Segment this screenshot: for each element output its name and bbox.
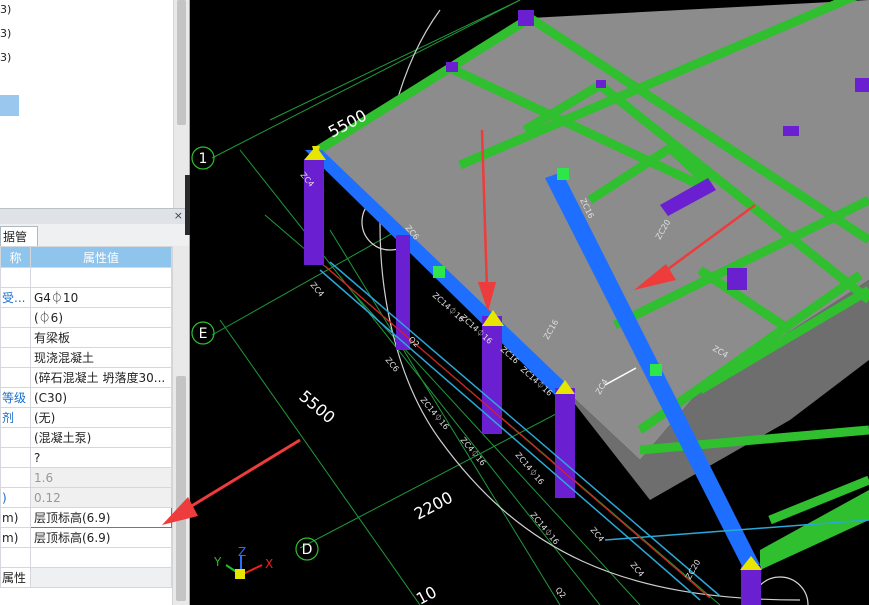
property-table: 称 属性值 受... G4⏀10 (⏀6) 有梁板 现浇混凝土 (碎石混凝土 坍落… (0, 246, 172, 588)
tab-data-management[interactable]: 据管理 (0, 226, 38, 264)
table-row[interactable]: (碎石混凝土 坍落度30... (0, 367, 172, 388)
svg-text:Y: Y (213, 555, 222, 569)
prop-name (0, 327, 31, 348)
column-header-value: 属性值 (30, 246, 172, 268)
tree-item-selected[interactable] (0, 95, 19, 116)
prop-name: m) (0, 507, 31, 528)
prop-value[interactable]: (碎石混凝土 坍落度30... (30, 367, 172, 388)
prop-value[interactable] (30, 267, 172, 288)
prop-value[interactable]: 现浇混凝土 (30, 347, 172, 368)
tab-strip: 据管理 (0, 224, 189, 264)
table-row[interactable]: 受... G4⏀10 (0, 287, 172, 308)
table-row[interactable]: (混凝土泵) (0, 427, 172, 448)
table-row[interactable]: 等级 (C30) (0, 387, 172, 408)
table-row[interactable]: 有梁板 (0, 327, 172, 348)
table-row[interactable]: ) 0.12 (0, 487, 172, 508)
tree-item[interactable]: 3) (0, 51, 11, 64)
table-row[interactable]: (⏀6) (0, 307, 172, 328)
column-header-name: 称 (0, 246, 31, 268)
prop-name (0, 467, 31, 488)
red-arrow-to-elevation (162, 438, 301, 525)
table-row[interactable]: 属性 (0, 567, 172, 588)
table-row[interactable]: 现浇混凝土 (0, 347, 172, 368)
table-row[interactable]: 1.6 (0, 467, 172, 488)
prop-name: 受... (0, 287, 31, 308)
table-row[interactable] (0, 267, 172, 288)
svg-text:Z: Z (238, 545, 246, 559)
prop-value[interactable]: 有梁板 (30, 327, 172, 348)
prop-name: 属性 (0, 567, 31, 588)
prop-name: 剂 (0, 407, 31, 428)
table-row[interactable]: 剂 (无) (0, 407, 172, 428)
property-scrollbar[interactable] (172, 246, 189, 605)
tree-item[interactable]: 3) (0, 3, 11, 16)
prop-name: m) (0, 527, 31, 548)
prop-value[interactable]: (无) (30, 407, 172, 428)
svg-text:X: X (265, 557, 273, 571)
prop-name (0, 267, 31, 288)
table-row[interactable] (0, 547, 172, 568)
prop-name (0, 367, 31, 388)
axis-label-e: E (199, 326, 208, 342)
table-row[interactable]: m) 层顶标高(6.9) (0, 527, 172, 548)
prop-value[interactable]: G4⏀10 (30, 287, 172, 308)
prop-name (0, 547, 31, 568)
prop-name (0, 307, 31, 328)
tree-item[interactable]: 3) (0, 27, 11, 40)
prop-name (0, 427, 31, 448)
axis-label-1: 1 (199, 151, 208, 167)
prop-value[interactable]: (⏀6) (30, 307, 172, 328)
prop-name: 等级 (0, 387, 31, 408)
tree-scrollbar-thumb[interactable] (177, 0, 186, 125)
prop-name: ) (0, 487, 31, 508)
prop-value-bottom-elevation[interactable]: 层顶标高(6.9) (30, 527, 172, 548)
prop-value[interactable] (30, 567, 172, 588)
prop-name (0, 347, 31, 368)
prop-value[interactable] (30, 547, 172, 568)
table-row[interactable]: ? (0, 447, 172, 468)
table-row[interactable]: m) 层顶标高(6.9) (0, 507, 172, 528)
close-icon[interactable]: × (174, 209, 183, 222)
prop-name (0, 447, 31, 468)
prop-value[interactable]: (C30) (30, 387, 172, 408)
axis-label-d: D (302, 542, 313, 558)
